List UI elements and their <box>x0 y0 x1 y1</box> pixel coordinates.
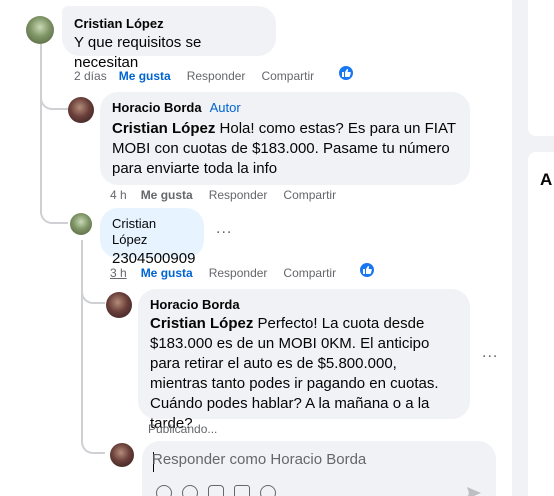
thread-connector <box>81 440 105 454</box>
author-name[interactable]: Horacio Borda <box>112 100 202 115</box>
like-reaction-icon[interactable] <box>358 261 376 279</box>
comment-text: Cristian López Hola! como estas? Es para… <box>112 119 458 179</box>
mention-link[interactable]: Cristian López <box>112 120 215 137</box>
avatar[interactable] <box>70 213 92 235</box>
like-button[interactable]: Me gusta <box>119 69 171 83</box>
photos-card: A <box>528 152 554 496</box>
comment-actions: 4 h Me gusta Responder Compartir <box>110 187 336 203</box>
more-options-icon[interactable]: ... <box>216 220 232 238</box>
comments-panel: Cristian López Y que requisitos se neces… <box>0 0 512 496</box>
comment-time[interactable]: 3 h <box>110 266 127 280</box>
thread-line <box>81 240 83 440</box>
comment-bubble: Horacio Borda Cristian López Perfecto! L… <box>138 289 470 432</box>
posting-status: Publicando... <box>148 422 218 436</box>
comment-author: Horacio Borda Autor <box>112 100 458 116</box>
more-options-icon[interactable]: ... <box>482 344 498 362</box>
thread-connector <box>40 200 68 224</box>
reply-composer[interactable] <box>142 441 496 496</box>
reply-button[interactable]: Responder <box>187 69 246 83</box>
share-button[interactable]: Compartir <box>283 188 336 202</box>
comment-author[interactable]: Horacio Borda <box>150 297 458 313</box>
comment-bubble: Horacio Borda Autor Cristian López Hola! … <box>100 92 470 185</box>
comment-author[interactable]: Cristian López <box>74 16 264 32</box>
reply-input[interactable] <box>152 451 472 468</box>
composer-tools <box>156 485 276 496</box>
camera-icon[interactable] <box>208 485 224 496</box>
like-button[interactable]: Me gusta <box>141 266 193 280</box>
avatar-sticker-icon[interactable] <box>156 485 172 496</box>
avatar[interactable] <box>26 16 54 44</box>
thread-connector <box>81 290 105 304</box>
share-button[interactable]: Compartir <box>261 69 314 83</box>
card-heading: A <box>540 170 553 189</box>
like-reaction-icon[interactable] <box>337 64 355 82</box>
comment-time[interactable]: 2 días <box>74 69 107 83</box>
comment-author[interactable]: Cristian López <box>112 216 192 248</box>
send-icon[interactable] <box>466 485 482 496</box>
reply-button[interactable]: Responder <box>209 266 268 280</box>
comment-text: Cristian López Perfecto! La cuota desde … <box>150 314 458 434</box>
reply-button[interactable]: Responder <box>209 188 268 202</box>
info-card <box>528 0 554 136</box>
right-sidebar: A <box>512 0 554 496</box>
thread-connector <box>40 96 68 110</box>
emoji-icon[interactable] <box>182 485 198 496</box>
like-button[interactable]: Me gusta <box>141 188 193 202</box>
scrollbar[interactable] <box>500 0 512 496</box>
share-button[interactable]: Compartir <box>283 266 336 280</box>
thread-line <box>40 44 42 214</box>
comment-bubble: Cristian López 2304500909 <box>100 208 204 267</box>
comment-actions: 2 días Me gusta Responder Compartir <box>74 68 314 84</box>
gif-icon[interactable] <box>234 485 250 496</box>
comment-text: Y que requisitos se necesitan <box>74 34 202 71</box>
avatar <box>110 443 134 467</box>
sticker-icon[interactable] <box>260 485 276 496</box>
comment-actions: 3 h Me gusta Responder Compartir <box>110 265 336 281</box>
comment-body: Perfecto! La cuota desde $183.000 es de … <box>150 315 439 432</box>
comment-time[interactable]: 4 h <box>110 188 127 202</box>
avatar[interactable] <box>68 97 94 123</box>
comment-bubble: Cristian López Y que requisitos se neces… <box>62 6 276 71</box>
author-badge: Autor <box>209 100 241 115</box>
mention-link[interactable]: Cristian López <box>150 315 253 332</box>
avatar[interactable] <box>106 292 132 318</box>
